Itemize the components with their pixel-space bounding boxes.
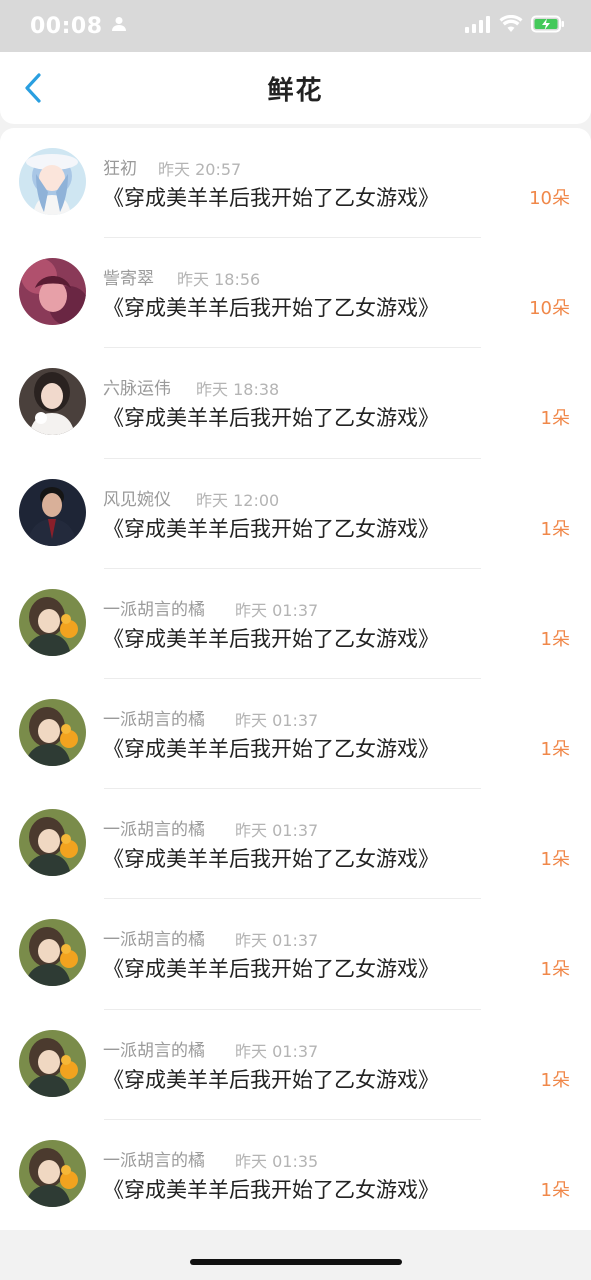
avatar[interactable] — [19, 919, 86, 987]
book-title[interactable]: 《穿成美羊羊后我开始了乙女游戏》 — [103, 292, 439, 322]
avatar[interactable] — [19, 368, 86, 436]
sender-name: 一派胡言的橘 — [103, 930, 205, 951]
page-title: 鲜花 — [267, 75, 324, 106]
book-title[interactable]: 《穿成美羊羊后我开始了乙女游戏》 — [103, 733, 439, 763]
flower-count: 1朵 — [540, 518, 570, 540]
sender-name: 六脉运伟 — [103, 379, 171, 400]
book-title[interactable]: 《穿成美羊羊后我开始了乙女游戏》 — [103, 623, 439, 653]
status-left: 00:08 — [30, 14, 127, 39]
list-item[interactable]: 六脉运伟 昨天 18:38 《穿成美羊羊后我开始了乙女游戏》 1朵 — [0, 348, 591, 459]
sender-name: 风见婉仪 — [103, 489, 171, 510]
bottom-safe-area — [0, 1230, 591, 1280]
status-time: 00:08 — [30, 13, 103, 39]
person-icon — [111, 16, 127, 36]
flower-count: 1朵 — [540, 1069, 570, 1091]
send-time: 昨天 18:38 — [196, 380, 280, 400]
send-time: 昨天 01:37 — [235, 931, 319, 951]
avatar[interactable] — [19, 698, 86, 766]
status-right — [465, 14, 565, 37]
list-item[interactable]: 风见婉仪 昨天 12:00 《穿成美羊羊后我开始了乙女游戏》 1朵 — [0, 459, 591, 569]
avatar[interactable] — [19, 148, 86, 215]
send-time: 昨天 01:37 — [235, 600, 319, 620]
avatar[interactable] — [19, 258, 86, 326]
flower-record-list: 狂初 昨天 20:57 《穿成美羊羊后我开始了乙女游戏》 10朵 訾寄翠 昨天 … — [0, 128, 591, 1230]
status-bar: 00:08 — [0, 0, 591, 52]
wifi-icon — [499, 14, 523, 37]
back-button[interactable] — [18, 72, 48, 104]
list-item[interactable]: 狂初 昨天 20:57 《穿成美羊羊后我开始了乙女游戏》 10朵 — [0, 128, 591, 239]
list-item[interactable]: 一派胡言的橘 昨天 01:37 《穿成美羊羊后我开始了乙女游戏》 1朵 — [0, 1010, 591, 1120]
flower-count: 1朵 — [540, 738, 570, 760]
battery-charging-icon — [531, 15, 565, 37]
sender-name: 狂初 — [103, 159, 137, 179]
book-title[interactable]: 《穿成美羊羊后我开始了乙女游戏》 — [103, 182, 439, 212]
chevron-left-icon — [25, 73, 41, 103]
flower-count: 1朵 — [540, 959, 570, 981]
send-time: 昨天 01:37 — [235, 821, 319, 841]
avatar[interactable] — [19, 588, 86, 656]
book-title[interactable]: 《穿成美羊羊后我开始了乙女游戏》 — [103, 843, 439, 873]
flower-count: 10朵 — [529, 298, 570, 320]
list-item[interactable]: 一派胡言的橘 昨天 01:37 《穿成美羊羊后我开始了乙女游戏》 1朵 — [0, 679, 591, 790]
avatar[interactable] — [19, 478, 86, 546]
list-item[interactable]: 一派胡言的橘 昨天 01:37 《穿成美羊羊后我开始了乙女游戏》 1朵 — [0, 789, 591, 900]
flower-count: 1朵 — [540, 1179, 570, 1201]
flower-count: 1朵 — [540, 408, 570, 430]
sender-name: 一派胡言的橘 — [103, 709, 205, 730]
home-indicator[interactable] — [190, 1259, 402, 1265]
list-item[interactable]: 一派胡言的橘 昨天 01:37 《穿成美羊羊后我开始了乙女游戏》 1朵 — [0, 569, 591, 680]
signal-icon — [465, 15, 491, 37]
list-item[interactable]: 一派胡言的橘 昨天 01:35 《穿成美羊羊后我开始了乙女游戏》 1朵 — [0, 1120, 591, 1230]
sender-name: 一派胡言的橘 — [103, 820, 205, 841]
list-item[interactable]: 一派胡言的橘 昨天 01:37 《穿成美羊羊后我开始了乙女游戏》 1朵 — [0, 899, 591, 1010]
book-title[interactable]: 《穿成美羊羊后我开始了乙女游戏》 — [103, 953, 439, 983]
sender-name: 訾寄翠 — [103, 269, 154, 290]
avatar[interactable] — [19, 809, 86, 877]
sender-name: 一派胡言的橘 — [103, 1040, 205, 1061]
flower-count: 1朵 — [540, 628, 570, 650]
send-time: 昨天 18:56 — [177, 270, 261, 290]
flower-count: 10朵 — [529, 188, 570, 209]
book-title[interactable]: 《穿成美羊羊后我开始了乙女游戏》 — [103, 402, 439, 432]
send-time: 昨天 12:00 — [196, 490, 280, 510]
sender-name: 一派胡言的橘 — [103, 599, 205, 620]
send-time: 昨天 20:57 — [158, 160, 242, 179]
send-time: 昨天 01:37 — [235, 710, 319, 730]
flower-count: 1朵 — [540, 849, 570, 871]
book-title[interactable]: 《穿成美羊羊后我开始了乙女游戏》 — [103, 1174, 439, 1204]
navigation-bar: 鲜花 — [0, 52, 591, 124]
book-title[interactable]: 《穿成美羊羊后我开始了乙女游戏》 — [103, 513, 439, 543]
book-title[interactable]: 《穿成美羊羊后我开始了乙女游戏》 — [103, 1064, 439, 1094]
sender-name: 一派胡言的橘 — [103, 1150, 205, 1171]
send-time: 昨天 01:35 — [235, 1151, 319, 1171]
send-time: 昨天 01:37 — [235, 1041, 319, 1061]
avatar[interactable] — [19, 1029, 86, 1097]
avatar[interactable] — [19, 1139, 86, 1207]
list-item[interactable]: 訾寄翠 昨天 18:56 《穿成美羊羊后我开始了乙女游戏》 10朵 — [0, 238, 591, 349]
